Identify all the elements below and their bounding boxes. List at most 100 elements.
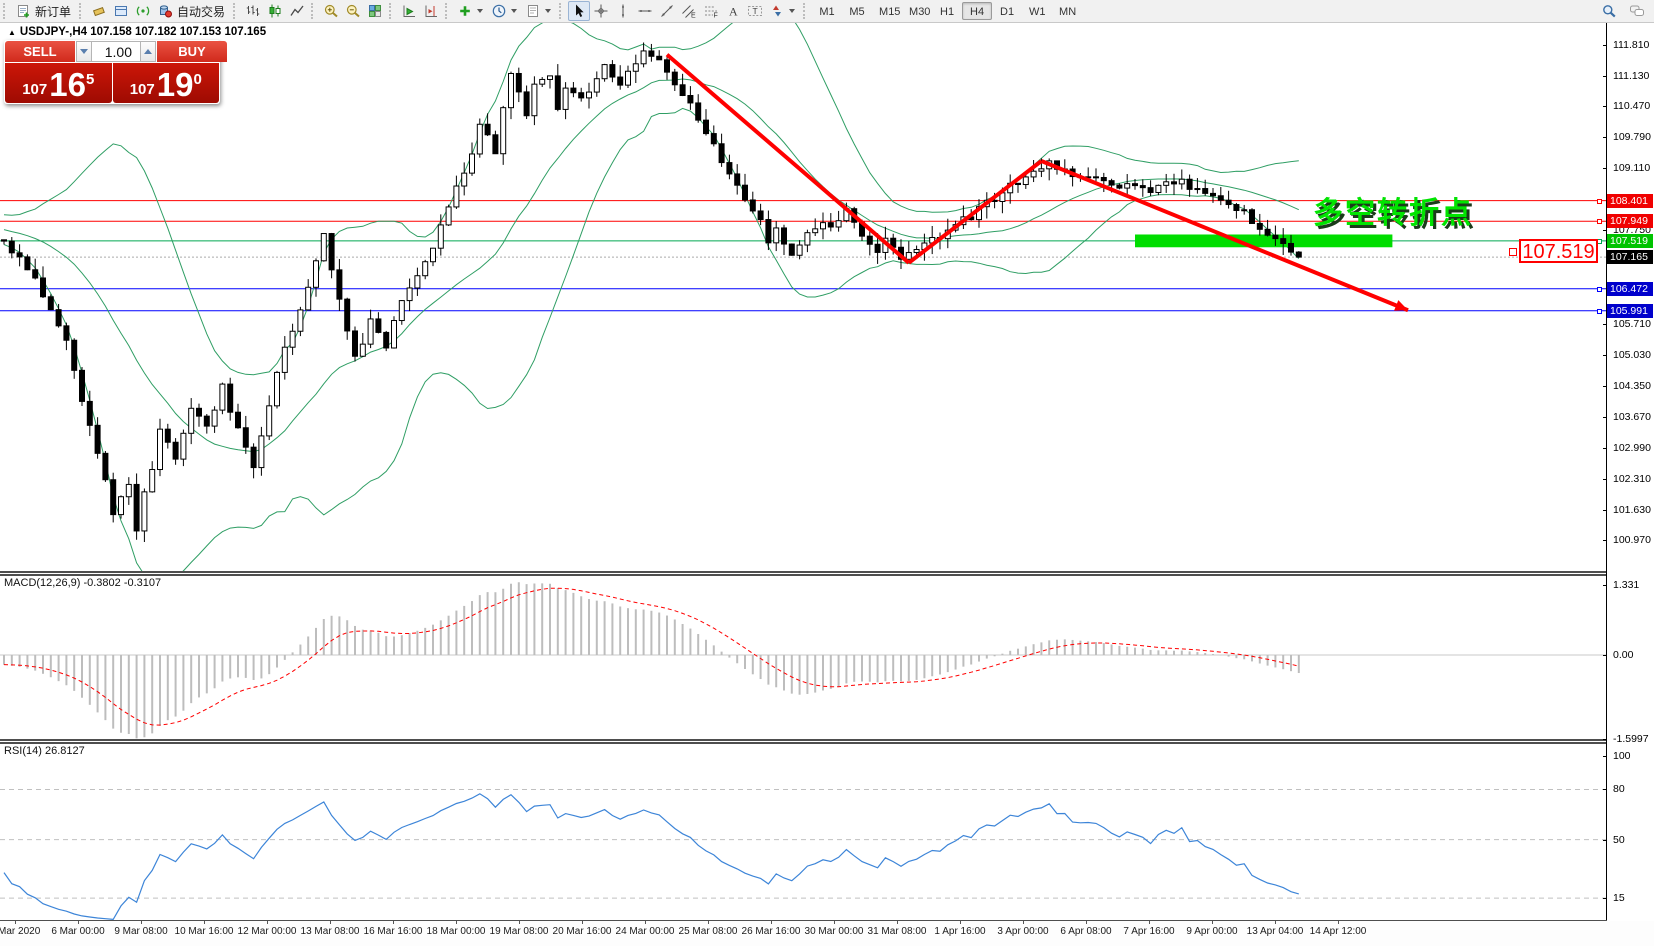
bar-chart-icon[interactable] xyxy=(242,1,264,21)
line-chart-icon[interactable] xyxy=(286,1,308,21)
timeframe-w1-button[interactable]: W1 xyxy=(1022,2,1052,20)
label-icon[interactable]: T xyxy=(744,1,766,21)
timeframe-h1-button[interactable]: H1 xyxy=(932,2,962,20)
fibonacci-icon-icon: F xyxy=(703,3,719,19)
toolbar-grip xyxy=(803,3,808,19)
new-order-button[interactable]: 新订单 xyxy=(12,1,76,21)
tick-mark xyxy=(1603,230,1607,231)
auto-trading-button[interactable]: 自动交易 xyxy=(154,1,230,21)
chart-canvas[interactable] xyxy=(0,0,1654,946)
cursor-icon[interactable] xyxy=(568,1,590,21)
date-tick xyxy=(456,921,457,924)
trendline-icon-icon xyxy=(659,3,675,19)
buy-price[interactable]: 107190 xyxy=(113,63,220,103)
periods-icon[interactable] xyxy=(488,1,522,21)
date-tick xyxy=(582,921,583,924)
volume-increase-button[interactable] xyxy=(140,41,156,62)
timeframe-h4-button[interactable]: H4 xyxy=(962,2,992,20)
buy-button[interactable]: BUY xyxy=(157,41,227,62)
date-label: 19 Mar 08:00 xyxy=(490,926,549,937)
hline-anchor-square[interactable] xyxy=(1597,287,1602,292)
toolbar-grip xyxy=(3,3,8,19)
text-icon-icon: A xyxy=(725,3,741,19)
trendline-icon[interactable] xyxy=(656,1,678,21)
horizontal-line-icon[interactable] xyxy=(634,1,656,21)
vertical-line-icon[interactable] xyxy=(612,1,634,21)
candlestick-chart-icon[interactable] xyxy=(264,1,286,21)
new-chart-icon[interactable] xyxy=(88,1,110,21)
hline-anchor-square[interactable] xyxy=(1597,199,1602,204)
bar-chart-icon-icon xyxy=(245,3,261,19)
date-tick xyxy=(330,921,331,924)
chevron-down-icon xyxy=(545,9,551,13)
channel-icon[interactable]: E xyxy=(678,1,700,21)
zoom-in-icon-icon xyxy=(323,3,339,19)
crosshair-icon[interactable] xyxy=(590,1,612,21)
horizontal-line-icon-icon xyxy=(637,3,653,19)
pane-separator-macd[interactable] xyxy=(0,571,1654,576)
zoom-in-icon[interactable] xyxy=(320,1,342,21)
tick-mark xyxy=(1603,137,1607,138)
sell-price[interactable]: 107165 xyxy=(5,63,112,103)
line-chart-icon-icon xyxy=(289,3,305,19)
signals-icon[interactable] xyxy=(132,1,154,21)
signals-icon-icon xyxy=(135,3,151,19)
price-tick-label: 103.670 xyxy=(1613,411,1651,423)
price-callout-box[interactable]: 107.519 xyxy=(1519,239,1598,263)
toolbar-grip xyxy=(233,3,238,19)
pane-separator-rsi[interactable] xyxy=(0,739,1654,744)
date-label: 16 Mar 16:00 xyxy=(364,926,423,937)
svg-text:A: A xyxy=(729,5,738,19)
tick-mark xyxy=(1603,540,1607,541)
volume-input[interactable] xyxy=(92,41,140,62)
indicators-icon-icon xyxy=(457,3,473,19)
hline-anchor-square[interactable] xyxy=(1597,219,1602,224)
timeframe-m5-button[interactable]: M5 xyxy=(842,2,872,20)
search-icon[interactable] xyxy=(1598,1,1620,21)
timeframe-m15-button[interactable]: M15 xyxy=(872,2,902,20)
timeframe-mn-button[interactable]: MN xyxy=(1052,2,1082,20)
time-axis[interactable]: 4 Mar 20206 Mar 00:009 Mar 08:0010 Mar 1… xyxy=(0,921,1654,946)
zoom-out-icon-icon xyxy=(345,3,361,19)
tick-mark xyxy=(1603,789,1607,790)
collapse-panel-icon[interactable]: ▲ xyxy=(8,28,16,37)
sell-button[interactable]: SELL xyxy=(5,41,75,62)
chat-icon[interactable] xyxy=(1626,1,1648,21)
price-tick-label: 100.970 xyxy=(1613,534,1651,546)
cursor-icon-icon xyxy=(571,3,587,19)
mt4-terminal: 新订单自动交易EFATM1M5M15M30H1H4D1W1MN ▲USDJPY-… xyxy=(0,0,1654,946)
tile-windows-icon[interactable] xyxy=(364,1,386,21)
hline-anchor-square[interactable] xyxy=(1597,309,1602,314)
date-label: 12 Mar 00:00 xyxy=(238,926,297,937)
toolbar-grip xyxy=(389,3,394,19)
price-axis[interactable]: 111.810111.130110.470109.790109.110107.7… xyxy=(1607,22,1654,921)
date-label: 7 Apr 16:00 xyxy=(1123,926,1174,937)
arrows-icon[interactable] xyxy=(766,1,800,21)
tick-mark xyxy=(1603,386,1607,387)
tick-mark xyxy=(1603,739,1607,740)
date-label: 1 Apr 16:00 xyxy=(934,926,985,937)
date-tick xyxy=(897,921,898,924)
zoom-out-icon[interactable] xyxy=(342,1,364,21)
indicators-icon[interactable] xyxy=(454,1,488,21)
profiles-icon[interactable] xyxy=(110,1,132,21)
date-label: 6 Mar 00:00 xyxy=(51,926,104,937)
chart-shift-icon[interactable] xyxy=(420,1,442,21)
fibonacci-icon[interactable]: F xyxy=(700,1,722,21)
toolbar: 新订单 自动交易 EFAT M1M5M15M30H1H4D1W1MN xyxy=(0,0,1654,23)
timeframe-m30-button[interactable]: M30 xyxy=(902,2,932,20)
date-label: 13 Mar 08:00 xyxy=(301,926,360,937)
date-tick xyxy=(519,921,520,924)
turning-point-annotation[interactable]: 多空转折点 xyxy=(1313,188,1473,232)
auto-scroll-icon[interactable] xyxy=(398,1,420,21)
timeframe-m1-button[interactable]: M1 xyxy=(812,2,842,20)
tick-mark xyxy=(1603,324,1607,325)
text-icon[interactable]: A xyxy=(722,1,744,21)
price-tag-107.165: 107.165 xyxy=(1607,250,1653,264)
volume-decrease-button[interactable] xyxy=(76,41,92,62)
templates-icon[interactable] xyxy=(522,1,556,21)
timeframe-d1-button[interactable]: D1 xyxy=(992,2,1022,20)
tick-mark xyxy=(1603,840,1607,841)
date-tick xyxy=(15,921,16,924)
price-tag-107.949: 107.949 xyxy=(1607,214,1653,228)
